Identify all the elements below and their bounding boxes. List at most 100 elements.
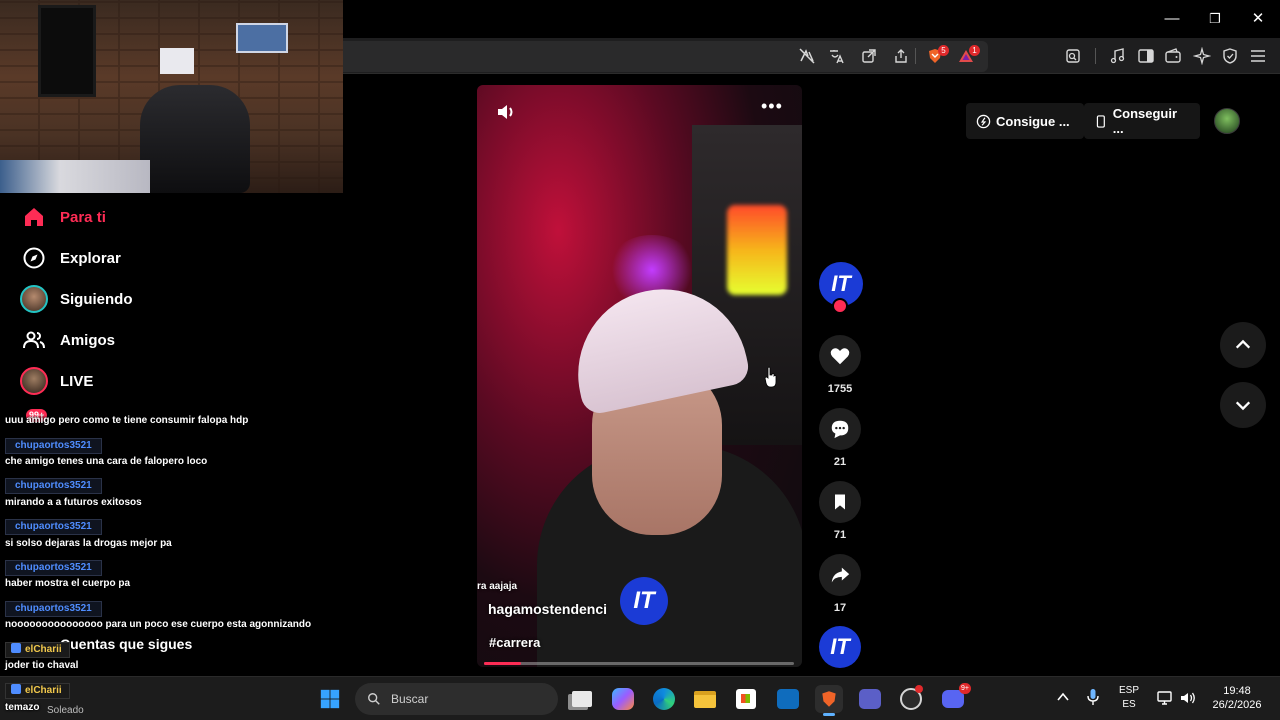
close-button[interactable]: ✕ <box>1247 8 1269 30</box>
open-external-icon[interactable] <box>860 47 878 65</box>
chat-username: elCharii <box>5 642 70 658</box>
translate-icon[interactable] <box>828 47 846 65</box>
sidebar-item-label: Amigos <box>60 331 116 349</box>
chat-username: chupaortos3521 <box>5 438 102 454</box>
volume-icon[interactable] <box>495 101 517 123</box>
volume-tray-icon[interactable] <box>1179 689 1197 707</box>
video-progress-fill <box>484 662 522 665</box>
share-action[interactable]: 17 <box>819 554 861 614</box>
file-explorer-icon[interactable] <box>691 685 719 713</box>
menu-icon[interactable] <box>1249 47 1267 65</box>
obs-icon[interactable] <box>897 685 925 713</box>
share-icon[interactable] <box>892 47 910 65</box>
more-options-icon[interactable]: ••• <box>761 97 785 119</box>
input-language[interactable]: ESP ES <box>1114 684 1144 712</box>
live-avatar-icon <box>20 367 48 395</box>
video-player[interactable]: ••• ra aajaja hagamostendenci IT #carrer… <box>477 85 802 667</box>
video-author[interactable]: hagamostendenci <box>488 601 607 617</box>
sidebar-item-live[interactable]: LIVE <box>20 366 93 396</box>
creator-avatar[interactable]: IT <box>819 262 863 314</box>
clock-time: 19:48 <box>1223 685 1251 697</box>
chat-username: elCharii <box>5 683 70 699</box>
teams-icon[interactable] <box>856 685 884 713</box>
save-action[interactable]: 71 <box>819 481 861 541</box>
sidebar-item-explorar[interactable]: Explorar <box>20 243 121 273</box>
comment-button[interactable] <box>819 408 861 450</box>
toolbar-separator <box>915 48 916 64</box>
sidebar-item-amigos[interactable]: Amigos <box>20 325 115 355</box>
comment-icon <box>831 420 849 439</box>
leo-ai-icon[interactable] <box>1193 47 1211 65</box>
brave-badge: 5 <box>938 45 949 56</box>
microphone-icon[interactable] <box>1086 688 1100 706</box>
discord-icon[interactable]: 9+ <box>939 683 971 713</box>
lang-top: ESP <box>1118 685 1139 696</box>
video-hashtag[interactable]: #carrera <box>489 635 540 650</box>
friends-icon <box>20 326 48 354</box>
comment-count: 21 <box>833 456 847 468</box>
maximize-button[interactable]: ❐ <box>1204 8 1226 30</box>
video-caption: ra aajaja <box>477 581 518 592</box>
chat-message: che amigo tenes una cara de falopero loc… <box>5 456 208 467</box>
profile-avatar[interactable] <box>1214 108 1240 134</box>
taskbar-search[interactable]: Buscar <box>355 683 558 715</box>
copilot-icon[interactable] <box>609 685 637 713</box>
windows-logo-icon <box>320 689 340 709</box>
previous-video-button[interactable] <box>1220 322 1266 368</box>
get-coins-label: Consigue ... <box>996 113 1070 129</box>
tray-overflow-icon[interactable] <box>1056 690 1070 704</box>
follow-check-icon[interactable] <box>832 298 848 314</box>
compass-icon <box>20 244 48 272</box>
comment-action[interactable]: 21 <box>819 408 861 468</box>
task-view-icon[interactable] <box>568 685 596 713</box>
video-progress-bar[interactable] <box>484 662 794 665</box>
like-button[interactable] <box>819 335 861 377</box>
sidebar-item-label: Para ti <box>60 208 106 226</box>
network-icon[interactable] <box>1156 689 1174 707</box>
get-app-label: Conseguir ... <box>1112 106 1178 136</box>
sidebar-item-para-ti[interactable]: Para ti <box>20 202 106 232</box>
avatar-icon <box>20 285 48 313</box>
sound-disc-logo[interactable]: IT <box>819 626 861 668</box>
reader-mode-icon[interactable] <box>1064 47 1082 65</box>
search-icon <box>368 693 380 705</box>
bookmark-icon <box>835 494 845 510</box>
screen: — ❐ ✕ 5 1 Para ti Explorar Siguiendo Ami… <box>0 0 1280 720</box>
wallet-icon[interactable] <box>1164 47 1182 65</box>
windows-taskbar: Soleado Buscar 9+ ESP ES 19:48 26/2/2026 <box>0 676 1280 720</box>
chat-message: mirando a a futuros exitosos <box>5 497 142 508</box>
bed <box>0 160 150 193</box>
share-button[interactable] <box>819 554 861 596</box>
chat-username: chupaortos3521 <box>5 519 102 535</box>
get-coins-button[interactable]: Consigue ... <box>966 103 1084 139</box>
sidebar-item-siguiendo[interactable]: Siguiendo <box>20 284 133 314</box>
browser-title-bar: — ❐ ✕ <box>343 0 1280 38</box>
sidebar-item-label: LIVE <box>60 372 94 390</box>
edge-icon[interactable] <box>650 685 678 713</box>
outlook-icon[interactable] <box>774 685 802 713</box>
sound-action[interactable]: IT <box>819 626 861 668</box>
chat-message: haber mostra el cuerpo pa <box>5 578 131 589</box>
vpn-shield-icon[interactable] <box>1221 47 1239 65</box>
twitch-icon <box>11 684 21 694</box>
like-action[interactable]: 1755 <box>819 335 861 395</box>
music-icon[interactable] <box>1109 47 1127 65</box>
store-icon[interactable] <box>732 685 760 713</box>
video-scene <box>727 205 787 295</box>
start-button[interactable] <box>316 685 344 713</box>
share-count: 17 <box>833 602 847 614</box>
chat-username: chupaortos3521 <box>5 560 102 576</box>
chat-message: temazo <box>5 702 40 713</box>
next-video-button[interactable] <box>1220 382 1266 428</box>
get-app-button[interactable]: Conseguir ... <box>1084 103 1200 139</box>
sidebar-toggle-icon[interactable] <box>1137 47 1155 65</box>
save-button[interactable] <box>819 481 861 523</box>
clock[interactable]: 19:48 26/2/2026 <box>1202 684 1272 712</box>
chat-message: joder tio chaval <box>5 660 79 671</box>
sidebar-item-label: Siguiendo <box>60 290 133 308</box>
no-translate-icon[interactable] <box>798 47 816 65</box>
minimize-button[interactable]: — <box>1161 8 1183 30</box>
brave-taskbar-icon[interactable] <box>815 685 843 716</box>
chat-username-text: elCharii <box>25 685 62 696</box>
home-icon <box>20 203 48 231</box>
